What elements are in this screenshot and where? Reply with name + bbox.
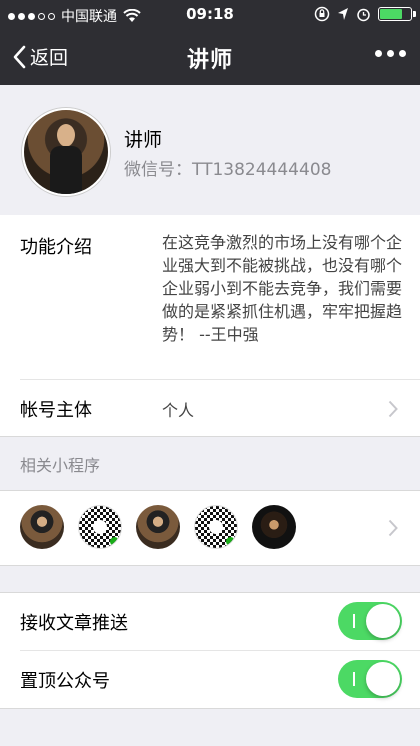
pin-account-row: 置顶公众号	[20, 650, 420, 708]
status-bar: 中国联通 09:18	[0, 0, 420, 30]
location-icon	[338, 8, 348, 20]
receive-articles-label: 接收文章推送	[20, 613, 128, 634]
nav-bar: 返回 讲师	[0, 30, 420, 85]
account-owner-row[interactable]: 帐号主体 个人	[20, 380, 420, 436]
owner-label: 帐号主体	[20, 400, 92, 421]
mini-program-icon	[20, 505, 64, 549]
alarm-icon	[357, 8, 370, 21]
mini-programs-header: 相关小程序	[20, 456, 101, 475]
avatar[interactable]	[22, 108, 110, 196]
mini-program-code-icon	[194, 505, 238, 549]
mini-program-icon	[252, 505, 296, 549]
chevron-right-icon	[388, 400, 398, 418]
receive-articles-row: 接收文章推送	[20, 593, 420, 650]
profile-header: 讲师 微信号：TT13824444408	[0, 85, 420, 216]
mini-program-code-icon	[78, 505, 122, 549]
pin-account-toggle[interactable]	[338, 660, 402, 698]
settings-toggles: 接收文章推送 置顶公众号	[0, 592, 420, 709]
mini-program-icons	[20, 505, 296, 549]
pin-account-label: 置顶公众号	[20, 671, 110, 692]
wechat-id: 微信号：TT13824444408	[124, 160, 332, 180]
mini-programs-row[interactable]	[0, 490, 420, 566]
intro-text: 在这竞争激烈的市场上没有哪个企业强大到不能被挑战，也没有哪个企业弱小到不能去竞争…	[162, 233, 403, 344]
mini-program-icon	[136, 505, 180, 549]
intro-row: 功能介绍 在这竞争激烈的市场上没有哪个企业强大到不能被挑战，也没有哪个企业弱小到…	[20, 215, 420, 380]
lock-rotation-icon	[314, 6, 330, 22]
status-right	[314, 6, 416, 22]
page-title: 讲师	[186, 48, 233, 73]
receive-articles-toggle[interactable]	[338, 602, 402, 640]
more-dots-icon[interactable]	[375, 46, 406, 61]
intro-label: 功能介绍	[20, 237, 92, 258]
battery-icon	[378, 7, 416, 21]
account-info-section: 功能介绍 在这竞争激烈的市场上没有哪个企业强大到不能被挑战，也没有哪个企业弱小到…	[0, 215, 420, 437]
owner-value: 个人	[162, 401, 195, 420]
profile-name: 讲师	[124, 129, 163, 151]
chevron-right-icon	[388, 519, 398, 537]
